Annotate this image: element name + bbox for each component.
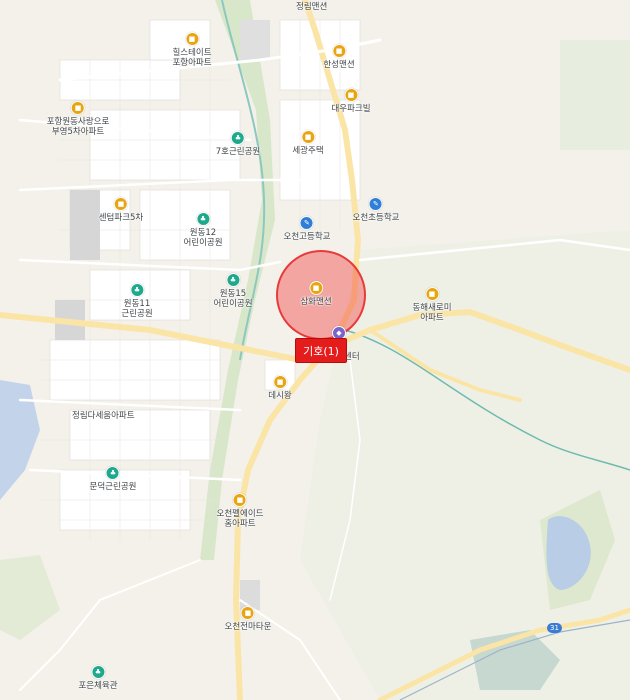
apartment-icon: ■ — [424, 287, 439, 301]
poi-label: 원동15 어린이공원 — [213, 289, 253, 309]
poi-label: 동해새로미 아파트 — [412, 303, 452, 323]
school-icon: ✎ — [299, 216, 314, 230]
poi-label: 대우파크빌 — [331, 104, 371, 114]
poi-ocheon-fell[interactable]: ■ 오천펠에이드 홈아파트 — [216, 493, 264, 529]
poi-label: 세광주택 — [292, 146, 324, 156]
poi-label: 오천고등학교 — [283, 232, 331, 242]
poi-wondong15[interactable]: ♣ 원동15 어린이공원 — [213, 273, 253, 309]
poi-jeongrim[interactable]: 정림다세움아파트 — [72, 409, 135, 421]
poi-label: 한성맨션 — [323, 60, 355, 70]
poi-wondong12[interactable]: ♣ 원동12 어린이공원 — [183, 212, 223, 248]
poi-hillstate[interactable]: ■ 힐스테이트 포항아파트 — [172, 32, 212, 68]
poi-hanseong[interactable]: ■ 한성맨션 — [323, 44, 355, 70]
apartment-icon: ■ — [309, 281, 323, 295]
poi-label: 오천펠에이드 홈아파트 — [216, 509, 264, 529]
apartment-icon: ■ — [301, 130, 315, 144]
gym-icon: ♣ — [90, 665, 105, 679]
poi-bugyeong[interactable]: ■ 포항원동사랑으로 부영5차아파트 — [46, 101, 110, 137]
apartment-icon: ■ — [232, 493, 247, 507]
poi-daewoo[interactable]: ■ 대우파크빌 — [331, 88, 371, 114]
road-shield: 31 — [547, 623, 562, 633]
poi-donghae[interactable]: ■ 동해새로미 아파트 — [412, 287, 452, 323]
apartment-icon: ■ — [332, 44, 346, 58]
poi-label: 센텀파크5차 — [98, 213, 144, 223]
poi-label: 데시왕 — [268, 391, 292, 401]
apartment-icon: ■ — [343, 88, 358, 102]
school-icon: ✎ — [368, 197, 383, 211]
apartment-icon: ■ — [71, 101, 85, 115]
park-icon: ♣ — [130, 283, 144, 297]
poi-centerpark[interactable]: ■ 센텀파크5차 — [98, 197, 144, 223]
poi-label: 삼화맨션 — [300, 297, 332, 307]
apartment-icon: ■ — [240, 606, 255, 620]
poi-poeun[interactable]: ♣ 포은체육관 — [78, 665, 118, 691]
park-icon: ♣ — [195, 212, 210, 226]
poi-mundeok[interactable]: ♣ 문덕근린공원 — [89, 466, 137, 492]
map-canvas[interactable]: 정림맨션 ■ 힐스테이트 포항아파트 ■ 한성맨션 ■ 대우파크빌 ■ 포항원동… — [0, 0, 630, 700]
apartment-icon: ■ — [113, 197, 128, 211]
poi-label: 포항원동사랑으로 부영5차아파트 — [46, 117, 110, 137]
poi-daesiwang[interactable]: ■ 데시왕 — [268, 375, 292, 401]
poi-ocheon-high[interactable]: ✎ 오천고등학교 — [283, 216, 331, 242]
poi-park7[interactable]: ♣ 7호근린공원 — [215, 131, 261, 157]
poi-segwang[interactable]: ■ 세광주택 — [292, 130, 324, 156]
poi-label: 포은체육관 — [78, 681, 118, 691]
apartment-icon: ■ — [273, 375, 287, 389]
poi-label: 원동12 어린이공원 — [183, 228, 223, 248]
poi-wondong11[interactable]: ♣ 원동11 근린공원 — [121, 283, 153, 319]
poi-label: 원동11 근린공원 — [121, 299, 153, 319]
park-icon: ♣ — [105, 466, 120, 480]
poi-label: 오천전마타운 — [224, 622, 272, 632]
poi-ocheon-elem[interactable]: ✎ 오천초등학교 — [352, 197, 400, 223]
apartment-icon: ■ — [184, 32, 199, 46]
poi-top-label[interactable]: 정림맨션 — [296, 0, 327, 12]
poi-label: 힐스테이트 포항아파트 — [172, 48, 212, 68]
poi-ocheon-town[interactable]: ■ 오천전마타운 — [224, 606, 272, 632]
park-icon: ♣ — [225, 273, 240, 287]
poi-label: 문덕근린공원 — [89, 482, 137, 492]
candidate-marker[interactable]: 기호(1) — [295, 338, 347, 363]
park-icon: ♣ — [230, 131, 245, 145]
poi-label: 오천초등학교 — [352, 213, 400, 223]
poi-label: 7호근린공원 — [215, 147, 261, 157]
poi-samhwa[interactable]: ■ 삼화맨션 — [300, 281, 332, 307]
